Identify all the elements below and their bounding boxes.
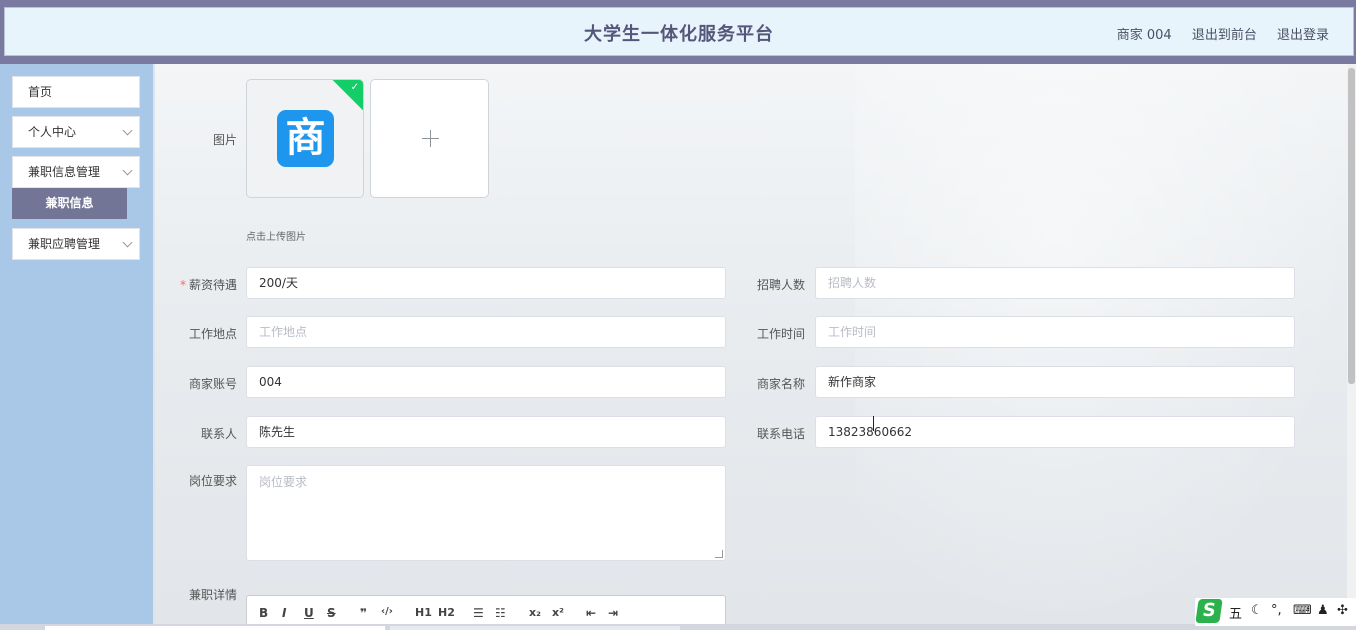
bold-icon[interactable]: B (259, 606, 268, 620)
to-front-link[interactable]: 退出到前台 (1192, 28, 1257, 43)
resize-handle-icon[interactable] (715, 550, 723, 558)
h1-icon[interactable]: H1 (415, 606, 432, 619)
h2-icon[interactable]: H2 (438, 606, 455, 619)
check-icon: ✓ (350, 82, 359, 93)
sidebar-item-label: 兼职信息管理 (28, 165, 101, 179)
uploaded-image[interactable]: 商 ✓ (246, 79, 364, 198)
chevron-down-icon (122, 237, 133, 248)
underline-icon[interactable]: U (304, 606, 314, 620)
bullet-list-icon[interactable]: ☷ (495, 606, 506, 620)
merchant-logo-icon: 商 (277, 110, 334, 167)
header: 大学生一体化服务平台 商家 004 退出到前台 退出登录 (4, 7, 1354, 56)
sogou-logo-icon: S (1195, 599, 1223, 623)
logout-link[interactable]: 退出登录 (1277, 28, 1329, 43)
sidebar-item-profile[interactable]: 个人中心 (12, 116, 140, 148)
work-time-label: 工作时间 (756, 327, 805, 341)
apps-icon[interactable]: ✣ (1337, 603, 1348, 618)
requirement-label: 岗位要求 (188, 474, 237, 488)
merchant-name-input[interactable]: 新作商家 (815, 366, 1295, 398)
main-content: 图片 商 ✓ 点击上传图片 * 薪资待遇 200/天 招聘人数 招聘人数 工作地点… (155, 64, 1347, 630)
salary-input[interactable]: 200/天 (246, 267, 726, 299)
requirement-placeholder: 岗位要求 (259, 475, 308, 489)
plus-icon-vertical (430, 130, 431, 147)
sidebar-item-application-mgmt[interactable]: 兼职应聘管理 (12, 228, 140, 260)
required-marker: * (179, 278, 186, 292)
merchant-name-label: 商家名称 (756, 377, 805, 391)
image-label: 图片 (212, 133, 237, 147)
tray-segment (45, 626, 385, 630)
merchant-account-input[interactable]: 004 (246, 366, 726, 398)
salary-label-text: 薪资待遇 (188, 278, 237, 292)
user-label[interactable]: 商家 004 (1117, 28, 1172, 43)
upload-tip: 点击上传图片 (246, 232, 306, 243)
ime-mode-label[interactable]: 五 (1229, 603, 1242, 622)
location-label: 工作地点 (188, 327, 237, 341)
moon-icon[interactable]: ☾ (1251, 603, 1263, 618)
code-icon[interactable]: ‹/› (381, 606, 393, 617)
sidebar-item-label: 首页 (28, 85, 53, 99)
chevron-down-icon (122, 165, 133, 176)
contact-input[interactable]: 陈先生 (246, 416, 726, 448)
indent-icon[interactable]: ⇥ (608, 606, 618, 620)
scrollbar[interactable] (1347, 64, 1356, 630)
scrollbar-thumb[interactable] (1348, 68, 1355, 384)
upload-add-button[interactable] (370, 79, 489, 198)
ime-toolbar[interactable]: S 五 ☾ °, ⌨ ♟ ✣ (1195, 598, 1356, 626)
contact-label: 联系人 (200, 427, 237, 441)
sidebar (0, 64, 153, 630)
subscript-icon[interactable]: x₂ (529, 606, 541, 619)
salary-label: * 薪资待遇 (155, 276, 237, 293)
location-input[interactable]: 工作地点 (246, 316, 726, 348)
sidebar-item-label: 个人中心 (28, 125, 77, 139)
sidebar-item-home[interactable]: 首页 (12, 76, 140, 108)
chevron-down-icon (122, 125, 133, 136)
ordered-list-icon[interactable]: ☰ (473, 606, 484, 620)
phone-input[interactable]: 13823860662 (815, 416, 1295, 448)
italic-icon[interactable]: I (282, 606, 286, 620)
detail-label: 兼职详情 (188, 588, 237, 602)
tray-segment (390, 626, 680, 630)
sidebar-subitem-job-info[interactable]: 兼职信息 (12, 188, 127, 219)
sidebar-item-job-info-mgmt[interactable]: 兼职信息管理 (12, 156, 140, 188)
headcount-input[interactable]: 招聘人数 (815, 267, 1295, 299)
user-icon[interactable]: ♟ (1317, 603, 1329, 618)
text-cursor-icon (873, 416, 878, 431)
headcount-label: 招聘人数 (756, 278, 805, 292)
merchant-account-label: 商家账号 (188, 377, 237, 391)
phone-label: 联系电话 (756, 427, 805, 441)
outdent-icon[interactable]: ⇤ (586, 606, 596, 620)
requirement-textarea[interactable]: 岗位要求 (246, 465, 726, 561)
header-nav: 商家 004 退出到前台 退出登录 (1101, 24, 1329, 43)
keyboard-icon[interactable]: ⌨ (1293, 603, 1312, 618)
sidebar-item-label: 兼职应聘管理 (28, 237, 101, 251)
punctuation-icon[interactable]: °, (1271, 603, 1282, 618)
upload-success-badge (331, 80, 363, 112)
bottom-tray (0, 624, 1356, 630)
work-time-input[interactable]: 工作时间 (815, 316, 1295, 348)
quote-icon[interactable]: ❞ (360, 606, 367, 620)
strike-icon[interactable]: S (327, 606, 336, 620)
superscript-icon[interactable]: x² (552, 606, 564, 619)
